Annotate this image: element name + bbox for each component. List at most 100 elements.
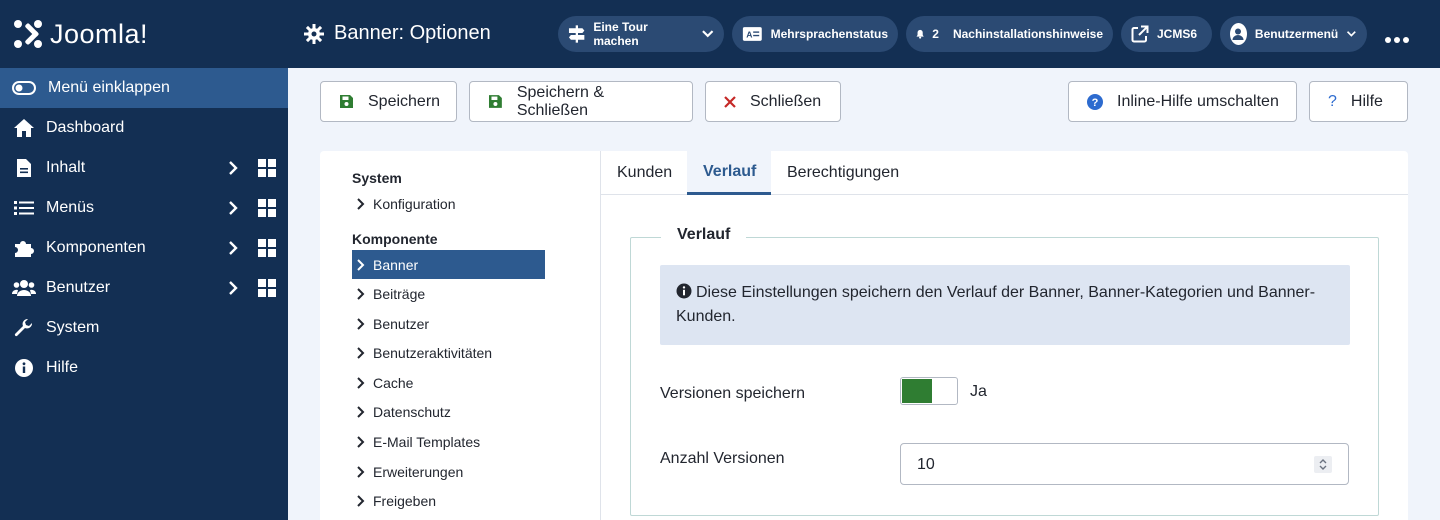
external-link-icon — [1131, 25, 1149, 43]
dashboard-grid-icon[interactable] — [258, 279, 276, 297]
chevron-right-icon — [357, 197, 365, 210]
inline-help-label: Inline-Hilfe umschalten — [1117, 92, 1279, 110]
collapse-menu-button[interactable]: Menü einklappen — [0, 68, 288, 108]
chevron-right-icon[interactable] — [224, 238, 242, 258]
config-nav-item-benutzeraktivitaeten[interactable]: Benutzeraktivitäten — [352, 338, 545, 367]
user-avatar-icon — [1230, 23, 1247, 45]
postinstall-label: Nachinstallationshinweise — [952, 27, 1103, 41]
chevron-right-icon — [357, 376, 365, 389]
dashboard-grid-icon[interactable] — [258, 199, 276, 217]
toggle-icon — [12, 81, 36, 95]
dashboard-grid-icon[interactable] — [258, 239, 276, 257]
more-options-icon[interactable] — [1384, 24, 1410, 50]
tour-dropdown-button[interactable]: Eine Tour machen — [558, 16, 724, 52]
sidebar-item-label: Menüs — [46, 199, 95, 216]
config-nav-item-cache[interactable]: Cache — [352, 368, 545, 397]
config-nav-item-label: Erweiterungen — [373, 463, 464, 480]
wrench-icon — [12, 317, 36, 339]
svg-text:A: A — [746, 29, 752, 39]
sidebar-item-label: Hilfe — [46, 359, 79, 376]
multilang-label: Mehrsprachenstatus — [770, 27, 888, 41]
max-versions-input[interactable]: 10 — [900, 443, 1349, 485]
floppy-disk-icon — [340, 95, 353, 108]
sidebar-item-komponenten[interactable]: Komponenten — [0, 228, 288, 268]
save-versions-label: Versionen speichern — [660, 385, 805, 402]
question-circle-icon: ? — [1087, 93, 1103, 110]
user-menu-label: Benutzermenü — [1254, 27, 1339, 41]
chevron-right-icon[interactable] — [224, 278, 242, 298]
max-versions-label: Anzahl Versionen — [660, 450, 785, 467]
config-nav-item-label: Benutzeraktivitäten — [373, 344, 493, 361]
collapse-menu-label: Menü einklappen — [48, 79, 170, 96]
signpost-icon — [568, 25, 585, 43]
list-icon — [12, 197, 36, 219]
toggle-inline-help-button[interactable]: ? Inline-Hilfe umschalten — [1068, 81, 1297, 122]
config-nav-item-benutzer[interactable]: Benutzer — [352, 309, 545, 338]
options-tabs: Kunden Verlauf Berechtigungen — [601, 151, 1408, 195]
config-nav-item-label: E-Mail Templates — [373, 433, 481, 450]
tour-label: Eine Tour machen — [593, 20, 648, 48]
chevron-right-icon — [357, 287, 365, 300]
chevron-right-icon — [357, 317, 365, 330]
config-nav-item-datenschutz[interactable]: Datenschutz — [352, 397, 545, 426]
info-text-line2: Kunden. — [676, 308, 736, 325]
sidebar-item-system[interactable]: System — [0, 308, 288, 348]
config-nav-item-freigeben[interactable]: Freigeben — [352, 486, 545, 515]
page-title-text: Banner: Optionen — [334, 22, 491, 44]
chevron-right-icon[interactable] — [224, 198, 242, 218]
chevron-right-icon[interactable] — [224, 158, 242, 178]
chevron-right-icon — [357, 435, 365, 448]
config-nav-item-erweiterungen[interactable]: Erweiterungen — [352, 457, 545, 486]
tab-kunden[interactable]: Kunden — [601, 151, 687, 195]
sidebar-item-dashboard[interactable]: Dashboard — [0, 108, 288, 148]
user-menu-button[interactable]: Benutzermenü — [1220, 16, 1367, 52]
multilang-status-button[interactable]: A Mehrsprachenstatus — [732, 16, 898, 52]
switch-knob — [902, 379, 932, 403]
config-nav-item-label: Beiträge — [373, 285, 426, 302]
sidebar-item-label: Komponenten — [46, 239, 146, 256]
chevron-down-icon — [1347, 31, 1357, 37]
sidebar-item-inhalt[interactable]: Inhalt — [0, 148, 288, 188]
close-icon — [724, 95, 736, 108]
info-alert: Diese Einstellungen speichern den Verlau… — [660, 265, 1350, 345]
tab-berechtigungen[interactable]: Berechtigungen — [771, 151, 911, 195]
config-nav-item-konfiguration[interactable]: Konfiguration — [352, 189, 545, 218]
config-nav-item-label: Cache — [373, 374, 414, 391]
config-nav-item-banner[interactable]: Banner — [352, 250, 545, 279]
postinstall-button[interactable]: 2 Nachinstallationshinweise — [906, 16, 1113, 52]
close-button[interactable]: Schließen — [705, 81, 841, 122]
max-versions-value: 10 — [917, 456, 935, 473]
options-card: System Konfiguration Komponente Banner B… — [320, 151, 1408, 520]
fieldset-legend: Verlauf — [661, 226, 747, 244]
info-text-line1: Diese Einstellungen speichern den Verlau… — [696, 284, 1316, 301]
save-versions-switch[interactable] — [900, 377, 958, 405]
question-icon: ? — [1328, 92, 1337, 110]
sidebar-item-menus[interactable]: Menüs — [0, 188, 288, 228]
chevron-right-icon — [357, 346, 365, 359]
save-close-button[interactable]: Speichern & Schließen — [469, 81, 693, 122]
top-header: Banner: Optionen Eine Tour machen A Mehr… — [288, 0, 1440, 68]
sidebar-item-label: System — [46, 319, 100, 336]
sidebar-item-benutzer[interactable]: Benutzer — [0, 268, 288, 308]
save-button[interactable]: Speichern — [320, 81, 457, 122]
sidebar: Joomla! Menü einklappen Dashboard Inhalt… — [0, 0, 288, 520]
config-nav-item-label: Konfiguration — [373, 195, 456, 212]
chevron-right-icon — [357, 465, 365, 478]
save-close-label: Speichern & Schließen — [516, 83, 605, 119]
dashboard-grid-icon[interactable] — [258, 159, 276, 177]
number-spinner-icon[interactable] — [1314, 456, 1332, 473]
sidebar-item-label: Dashboard — [46, 119, 125, 136]
notification-count: 2 — [932, 27, 939, 41]
joomla-logo[interactable]: Joomla! — [0, 0, 288, 68]
action-toolbar: Speichern Speichern & Schließen Schließe… — [288, 68, 1440, 136]
config-nav-item-email-templates[interactable]: E-Mail Templates — [352, 427, 545, 456]
sidebar-item-hilfe[interactable]: Hilfe — [0, 348, 288, 388]
view-site-button[interactable]: JCMS6 — [1121, 16, 1212, 52]
chevron-down-icon — [701, 30, 713, 38]
tab-verlauf[interactable]: Verlauf — [687, 151, 771, 195]
help-button[interactable]: ? Hilfe — [1309, 81, 1408, 122]
config-nav-item-beitraege[interactable]: Beiträge — [352, 279, 545, 308]
bell-icon — [916, 29, 924, 39]
history-fieldset: Verlauf Diese Einstellungen speichern de… — [630, 226, 1379, 516]
config-nav: System Konfiguration Komponente Banner B… — [320, 151, 601, 520]
